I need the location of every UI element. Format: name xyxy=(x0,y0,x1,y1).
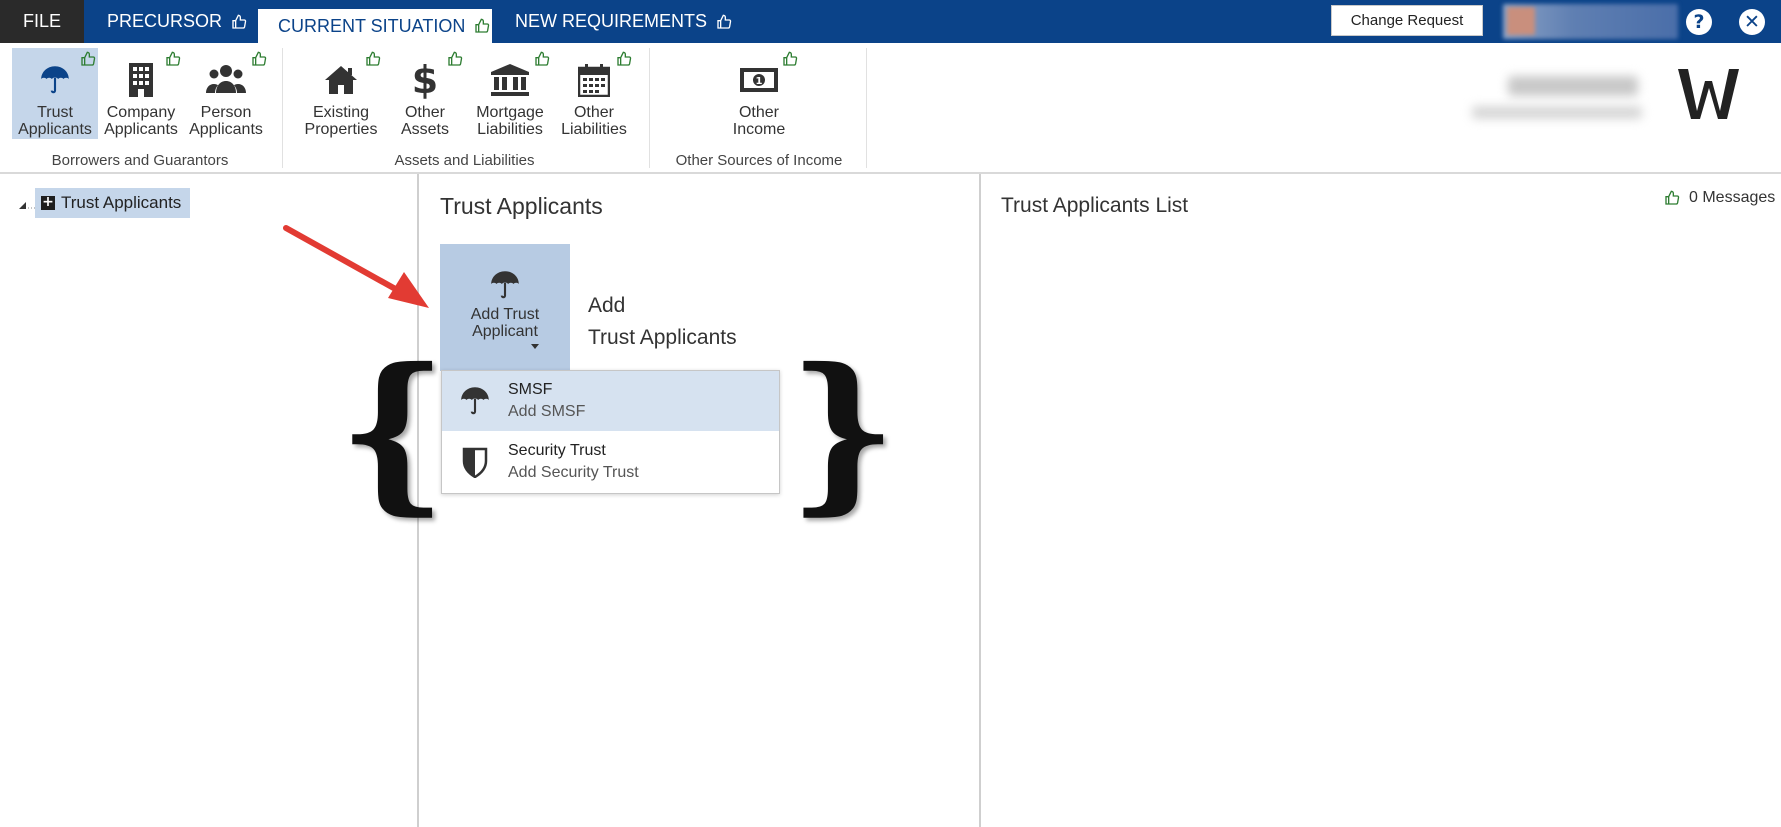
annotation-right-brace: } xyxy=(788,331,898,531)
ribbon-other-income-button[interactable]: 1 Other Income xyxy=(712,48,806,139)
umbrella-icon xyxy=(41,66,69,94)
thumbs-up-icon xyxy=(366,51,381,66)
umbrella-icon xyxy=(461,387,489,415)
ribbon-group-label: Borrowers and Guarantors xyxy=(51,152,229,169)
tab-new-requirements[interactable]: NEW REQUIREMENTS xyxy=(515,0,732,43)
add-button-label: Add Trust Applicant xyxy=(470,306,540,340)
page-title: Trust Applicants xyxy=(440,193,603,219)
ribbon-button-label: Mortgage Liabilities xyxy=(476,104,544,138)
messages-count: 0 Messages xyxy=(1689,189,1776,206)
pane-divider[interactable] xyxy=(979,174,981,827)
shield-icon xyxy=(462,447,488,478)
thumbs-up-icon xyxy=(717,14,732,29)
tree-node-trust-applicants[interactable]: + Trust Applicants xyxy=(35,188,190,218)
help-icon[interactable]: ? xyxy=(1686,9,1712,35)
ribbon-group-divider xyxy=(649,48,650,168)
thumbs-up-icon xyxy=(1665,190,1680,205)
add-trust-dropdown-menu: SMSF Add SMSF Security Trust Add Securit… xyxy=(441,370,780,494)
ribbon-button-label: Other Assets xyxy=(400,104,449,138)
thumbs-up-icon xyxy=(617,51,632,66)
svg-text:1: 1 xyxy=(756,76,763,87)
thumbs-up-icon xyxy=(81,51,96,66)
tab-current-situation[interactable]: CURRENT SITUATION xyxy=(258,9,492,43)
house-icon xyxy=(325,66,357,94)
ribbon-group-divider xyxy=(866,48,867,168)
tab-file-label: FILE xyxy=(22,11,61,31)
ribbon-button-label: Trust Applicants xyxy=(18,104,92,138)
menu-item-smsf[interactable]: SMSF Add SMSF xyxy=(442,371,779,431)
tab-current-situation-label: CURRENT SITUATION xyxy=(278,15,466,36)
banknote-icon: 1 xyxy=(740,68,778,92)
ribbon-trust-applicants-button[interactable]: Trust Applicants xyxy=(12,48,98,139)
people-icon xyxy=(206,65,246,93)
annotation-left-brace: { xyxy=(338,331,448,531)
chevron-down-icon xyxy=(531,344,539,349)
thumbs-up-icon xyxy=(232,14,247,29)
ribbon-group-label: Other Sources of Income xyxy=(675,152,843,169)
change-request-button[interactable]: Change Request xyxy=(1331,5,1483,36)
plus-icon: + xyxy=(41,194,55,210)
thumbs-up-icon xyxy=(475,18,490,33)
tab-file[interactable]: FILE xyxy=(0,0,84,43)
user-menu[interactable] xyxy=(1503,4,1678,39)
menu-item-security-trust[interactable]: Security Trust Add Security Trust xyxy=(442,432,779,492)
ribbon-button-label: Other Liabilities xyxy=(561,104,627,138)
brand-logo xyxy=(1678,69,1739,119)
menu-item-subtitle: Add SMSF xyxy=(508,403,586,420)
add-section-title: Add Trust Applicants xyxy=(588,294,737,349)
add-trust-applicant-button[interactable]: Add Trust Applicant xyxy=(440,244,570,371)
ribbon-company-applicants-button[interactable]: Company Applicants xyxy=(100,48,182,139)
ribbon-existing-properties-button[interactable]: Existing Properties xyxy=(297,48,385,139)
account-name-blurred xyxy=(1508,76,1638,96)
ribbon-mortgage-liabilities-button[interactable]: Mortgage Liabilities xyxy=(468,48,552,139)
menu-item-title: Security Trust xyxy=(508,442,606,459)
thumbs-up-icon xyxy=(166,51,181,66)
messages-indicator[interactable]: 0 Messages xyxy=(1664,189,1775,207)
ribbon-group-divider xyxy=(282,48,283,168)
calendar-icon xyxy=(578,64,610,97)
list-title: Trust Applicants List xyxy=(1001,194,1189,217)
thumbs-up-icon xyxy=(448,51,463,66)
ribbon-other-liabilities-button[interactable]: Other Liabilities xyxy=(556,48,632,139)
tab-new-requirements-label: NEW REQUIREMENTS xyxy=(515,11,708,31)
tree-node-label: Trust Applicants xyxy=(61,193,182,212)
ribbon-button-label: Existing Properties xyxy=(304,104,378,138)
ribbon-toolbar: Trust Applicants Company Applicants Person… xyxy=(0,43,1781,174)
ribbon-button-label: Person Applicants xyxy=(189,104,263,138)
ribbon-other-assets-button[interactable]: $ Other Assets xyxy=(390,48,463,139)
tab-precursor[interactable]: PRECURSOR xyxy=(107,0,247,43)
building-icon xyxy=(129,63,153,97)
bank-icon xyxy=(491,64,529,96)
annotation-arrow xyxy=(283,225,429,308)
thumbs-up-icon xyxy=(783,51,798,66)
ribbon-group-label: Assets and Liabilities xyxy=(394,152,535,169)
dollar-icon: $ xyxy=(411,58,439,102)
account-detail-blurred xyxy=(1472,106,1642,119)
ribbon-button-label: Company Applicants xyxy=(104,104,178,138)
top-navigation-bar: FILE PRECURSOR CURRENT SITUATION NEW REQ… xyxy=(0,0,1781,43)
umbrella-icon xyxy=(491,271,519,299)
ribbon-button-label: Other Income xyxy=(732,104,786,138)
menu-item-subtitle: Add Security Trust xyxy=(508,464,639,481)
menu-item-title: SMSF xyxy=(508,381,553,398)
close-icon[interactable]: ✕ xyxy=(1739,9,1765,35)
thumbs-up-icon xyxy=(535,51,550,66)
thumbs-up-icon xyxy=(252,51,267,66)
tab-precursor-label: PRECURSOR xyxy=(107,11,223,31)
avatar xyxy=(1507,7,1535,35)
ribbon-person-applicants-button[interactable]: Person Applicants xyxy=(184,48,268,139)
